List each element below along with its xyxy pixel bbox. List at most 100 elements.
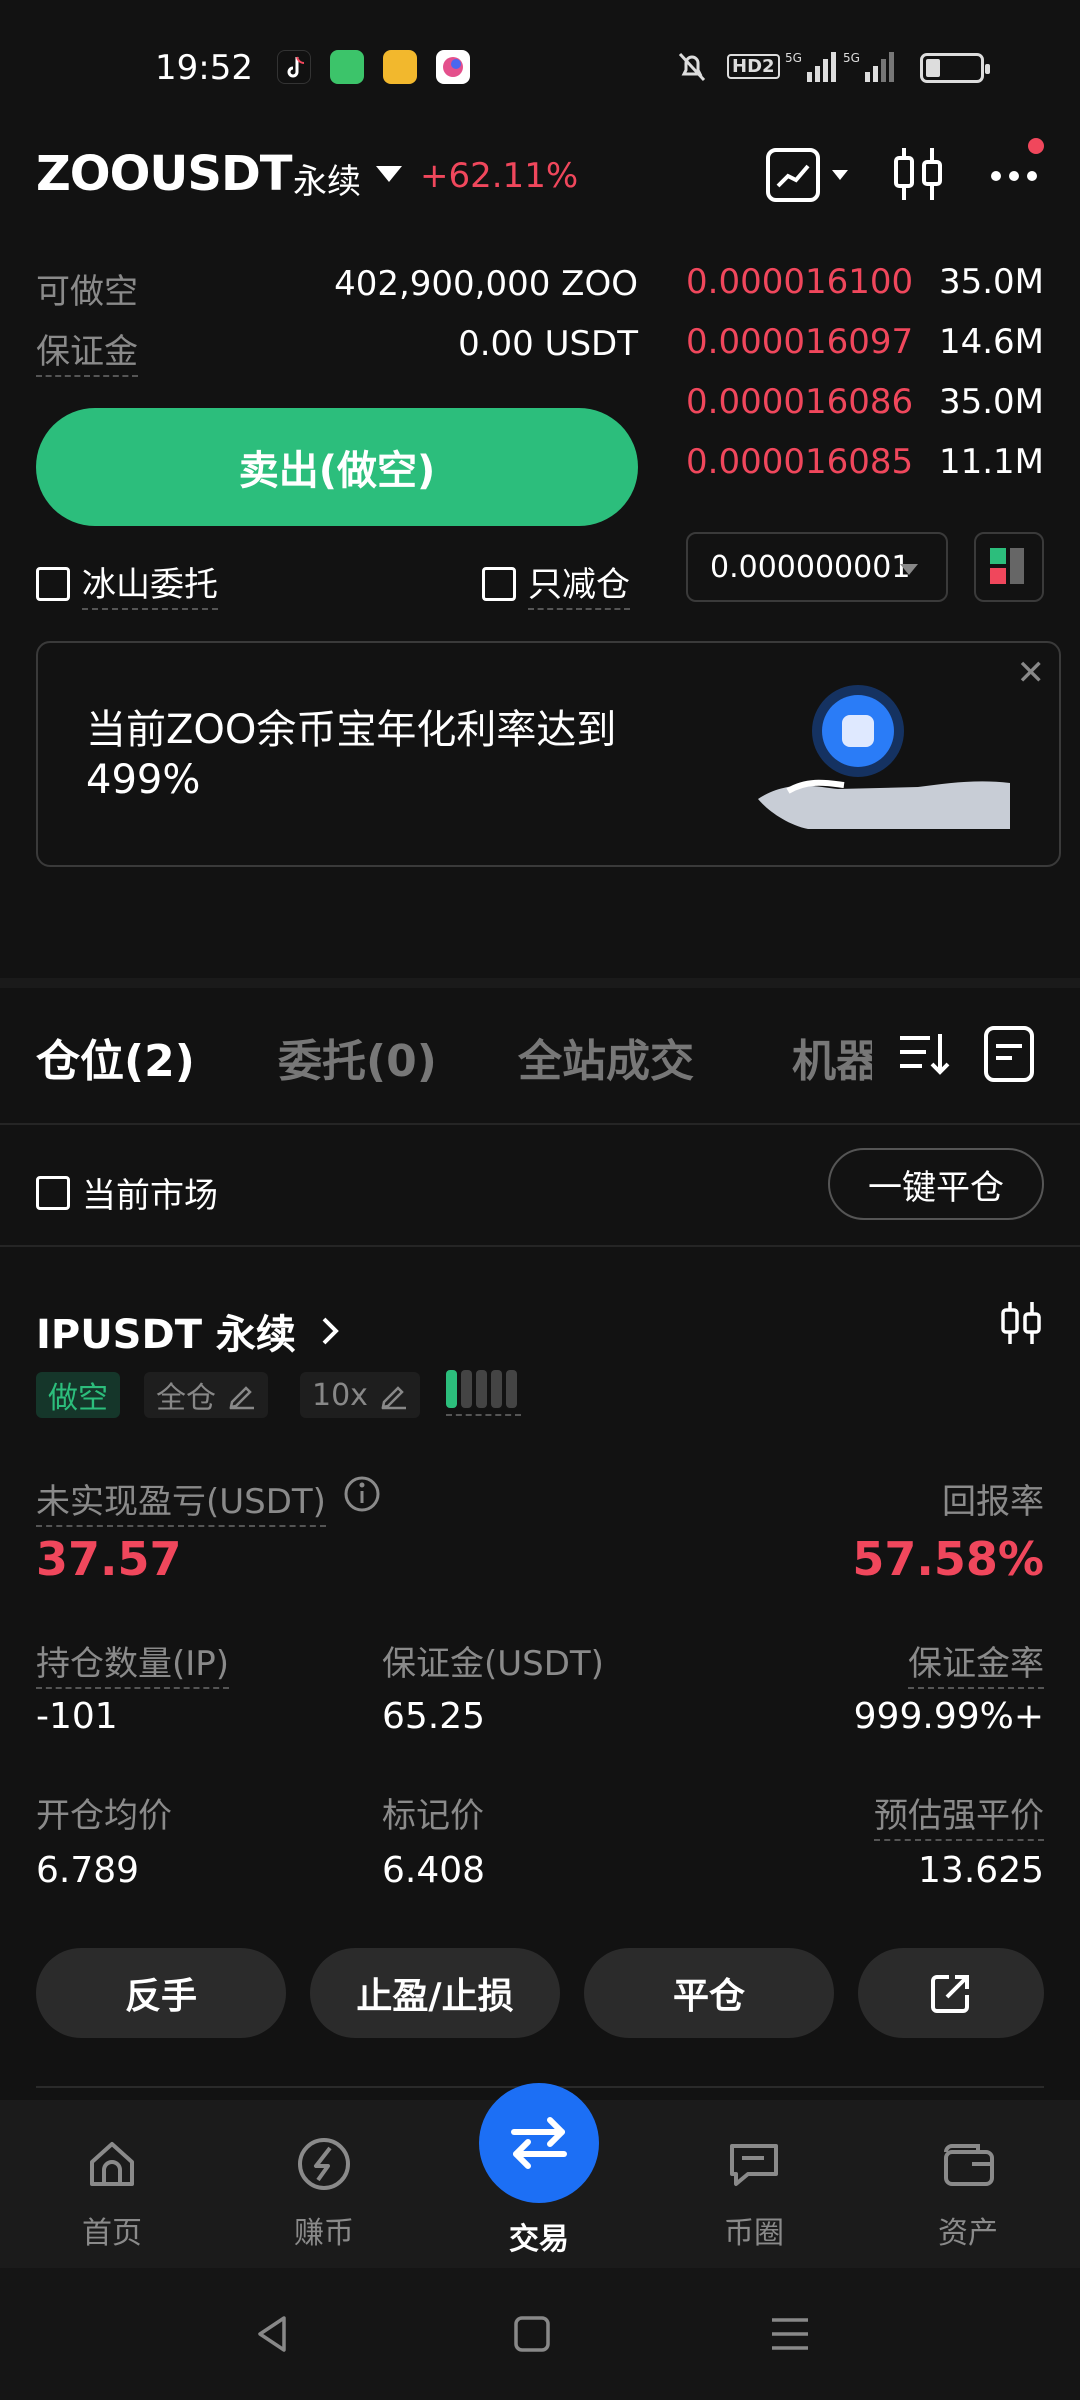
- chat-icon: [730, 2144, 778, 2186]
- svg-text:5G: 5G: [785, 51, 802, 65]
- more-icon[interactable]: [988, 156, 1044, 200]
- chevron-down-icon: [900, 564, 918, 575]
- signal-5g-icon-2: 5G: [843, 50, 895, 89]
- home-icon: [90, 2142, 134, 2186]
- section-gap: [0, 978, 1080, 988]
- system-nav-bar: [0, 2268, 1080, 2400]
- current-market-checkbox-box[interactable]: [36, 1175, 70, 1210]
- margin-label: 保证金: [36, 324, 138, 377]
- notes-app-icon: [383, 50, 417, 84]
- browser-app-icon: [436, 50, 470, 84]
- side-tag: 做空: [36, 1372, 120, 1418]
- ask-size: 35.0M: [938, 262, 1044, 302]
- ask-price[interactable]: 0.000016085: [686, 442, 913, 482]
- tab-market-trades[interactable]: 全站成交: [518, 1025, 694, 1089]
- tick-size-value: 0.000000001: [710, 549, 911, 585]
- position-chart-icon[interactable]: [998, 1298, 1044, 1352]
- tp-sl-button[interactable]: 止盈/止损: [310, 1948, 560, 2038]
- iceberg-label: 冰山委托: [82, 557, 218, 610]
- menu-icon[interactable]: [768, 2314, 812, 2358]
- mark-price-value: 6.408: [382, 1850, 486, 1891]
- close-position-button[interactable]: 平仓: [584, 1948, 834, 2038]
- hd-icon: HD2: [727, 54, 780, 79]
- promo-banner[interactable]: 当前ZOO余币宝年化利率达到499% ✕: [36, 641, 1061, 867]
- tab-positions[interactable]: 仓位(2): [36, 1025, 195, 1089]
- reverse-button[interactable]: 反手: [36, 1948, 286, 2038]
- unrealized-pnl-label: 未实现盈亏(USDT): [36, 1474, 326, 1527]
- info-icon[interactable]: [342, 1474, 382, 1518]
- battery-icon: [920, 53, 990, 83]
- nav-feed-label: 币圈: [724, 2216, 784, 2251]
- reduce-only-label: 只减仓: [528, 557, 630, 610]
- roe-value: 57.58%: [852, 1532, 1044, 1586]
- filter-divider: [0, 1245, 1080, 1247]
- android-app-icon: [330, 50, 364, 84]
- margin-mode-tag[interactable]: 全仓: [144, 1372, 268, 1418]
- iceberg-checkbox-box[interactable]: [36, 566, 70, 601]
- position-qty-value: -101: [36, 1696, 118, 1737]
- roe-label: 回报率: [942, 1482, 1044, 1522]
- current-market-checkbox[interactable]: 当前市场: [36, 1168, 218, 1217]
- order-history-icon[interactable]: [982, 1024, 1038, 1088]
- nav-assets[interactable]: 资产: [898, 2134, 1038, 2252]
- margin-mode-label: 全仓: [156, 1381, 216, 1416]
- leverage-label: 10x: [312, 1377, 368, 1413]
- nav-feed[interactable]: 币圈: [684, 2134, 824, 2252]
- close-all-button[interactable]: 一键平仓: [828, 1148, 1044, 1220]
- chevron-right-icon: [322, 1317, 339, 1345]
- status-bar: 19:52 HD2 5G 5G: [0, 0, 1080, 140]
- share-button[interactable]: [858, 1948, 1044, 2038]
- ask-price[interactable]: 0.000016100: [686, 262, 913, 302]
- ask-size: 11.1M: [938, 442, 1044, 482]
- contract-type[interactable]: 永续: [293, 154, 361, 203]
- position-title[interactable]: IPUSDT 永续: [36, 1302, 342, 1360]
- entry-price-value: 6.789: [36, 1850, 140, 1891]
- nav-earn-label: 赚币: [294, 2216, 354, 2251]
- position-margin-value: 65.25: [382, 1696, 486, 1737]
- margin-value: 0.00 USDT: [458, 324, 638, 364]
- edit-icon: [229, 1386, 254, 1410]
- reduce-only-checkbox[interactable]: 只减仓: [482, 557, 630, 610]
- entry-price-label: 开仓均价: [36, 1796, 172, 1836]
- nav-home[interactable]: 首页: [42, 2134, 182, 2252]
- position-symbol: IPUSDT 永续: [36, 1312, 296, 1358]
- orderbook-layout-button[interactable]: [974, 532, 1044, 602]
- nav-earn[interactable]: 赚币: [254, 2134, 394, 2252]
- ask-size: 14.6M: [938, 322, 1044, 362]
- tick-size-select[interactable]: 0.000000001: [686, 532, 948, 602]
- nav-trade[interactable]: 交易: [469, 2214, 609, 2258]
- wallet-icon: [944, 2144, 994, 2186]
- leverage-tag[interactable]: 10x: [300, 1372, 420, 1418]
- tiktok-icon: [277, 50, 311, 84]
- ask-price[interactable]: 0.000016086: [686, 382, 913, 422]
- margin-ratio-value: 999.99%+: [853, 1696, 1044, 1737]
- earn-icon: [298, 2138, 350, 2190]
- candlestick-icon[interactable]: [890, 144, 946, 208]
- iceberg-checkbox[interactable]: 冰山委托: [36, 557, 218, 610]
- edit-icon: [381, 1386, 406, 1410]
- trade-icon: [511, 2117, 567, 2169]
- ask-size: 35.0M: [938, 382, 1044, 422]
- share-icon: [931, 1975, 969, 2013]
- available-short-value: 402,900,000 ZOO: [334, 264, 638, 304]
- nav-trade-label: 交易: [509, 2222, 569, 2257]
- ask-price[interactable]: 0.000016097: [686, 322, 913, 362]
- reduce-only-checkbox-box[interactable]: [482, 566, 516, 601]
- chart-toggle-icon[interactable]: [766, 148, 856, 206]
- unrealized-pnl-label-text: 未实现盈亏(USDT): [36, 1482, 326, 1522]
- back-icon[interactable]: [252, 2312, 292, 2360]
- tab-orders[interactable]: 委托(0): [278, 1025, 437, 1089]
- liquidation-price-label: 预估强平价: [874, 1788, 1044, 1841]
- coin-hand-icon: [748, 679, 1028, 843]
- symbol-dropdown-icon[interactable]: [376, 166, 402, 182]
- position-qty-label: 持仓数量(IP): [36, 1636, 230, 1689]
- sell-short-button[interactable]: 卖出(做空): [36, 408, 638, 526]
- symbol-title[interactable]: ZOOUSDT: [36, 146, 293, 202]
- trade-fab-button[interactable]: [479, 2083, 599, 2203]
- home-square-icon[interactable]: [512, 2314, 552, 2358]
- liquidation-price-value: 13.625: [918, 1850, 1044, 1891]
- sort-icon[interactable]: [896, 1026, 952, 1086]
- price-change: +62.11%: [420, 156, 579, 196]
- tab-bots[interactable]: 机器: [792, 1025, 872, 1089]
- risk-level-indicator[interactable]: [446, 1370, 521, 1416]
